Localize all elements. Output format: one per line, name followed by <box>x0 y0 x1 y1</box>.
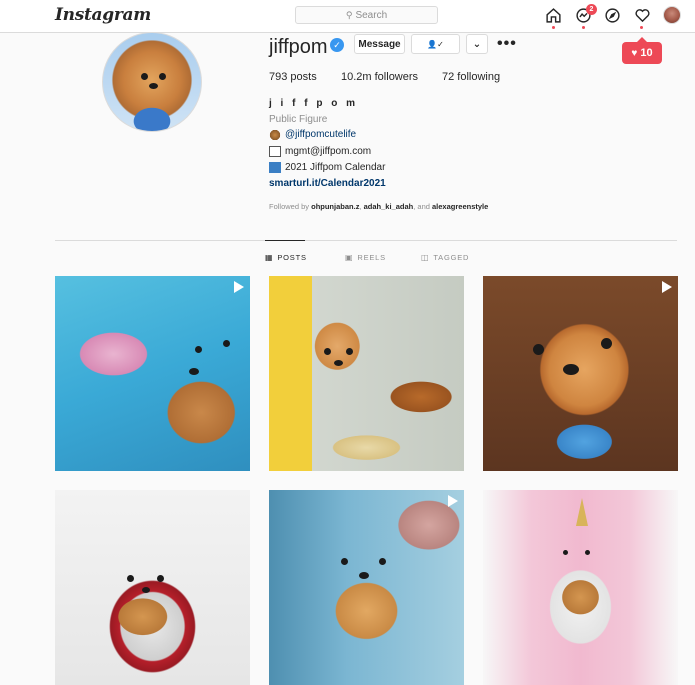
dog-emoji-icon <box>269 129 281 140</box>
bio-line-instagram-link: @jiffpomcutelife <box>269 129 356 140</box>
tab-tagged[interactable]: ◫ TAGGED <box>421 253 469 262</box>
profile-username: jiffpom <box>269 36 328 58</box>
bio-line-email: mgmt@jiffpom.com <box>269 146 371 157</box>
post-thumbnail[interactable] <box>483 276 678 471</box>
follower-link[interactable]: ohpunjaban.z <box>311 202 359 211</box>
reel-play-icon <box>662 281 672 293</box>
profile-category: Public Figure <box>269 114 328 125</box>
post-thumbnail[interactable] <box>269 276 464 471</box>
instagram-logo[interactable]: Instagram <box>55 5 151 25</box>
follower-link[interactable]: adah_ki_adah <box>364 202 414 211</box>
post-thumbnail[interactable] <box>483 490 678 685</box>
tagged-icon: ◫ <box>421 253 430 262</box>
followers-count[interactable]: 10.2m followers <box>341 71 418 83</box>
post-thumbnail[interactable] <box>55 276 250 471</box>
home-active-dot <box>552 26 555 29</box>
more-options-icon[interactable]: ••• <box>497 35 517 53</box>
unicorn-horn <box>576 498 588 526</box>
messenger-dot <box>582 26 585 29</box>
bio-calendar-text: 2021 Jiffpom Calendar <box>285 162 386 173</box>
search-placeholder: Search <box>355 9 388 21</box>
reel-play-icon <box>234 281 244 293</box>
tab-posts[interactable]: ▦ POSTS <box>265 253 307 262</box>
post-thumbnail[interactable] <box>55 490 250 685</box>
tab-reels[interactable]: ▣ REELS <box>345 253 386 262</box>
profile-website-link[interactable]: smarturl.it/Calendar2021 <box>269 178 386 189</box>
follower-link[interactable]: alexagreenstyle <box>432 202 488 211</box>
person-check-icon: 👤✓ <box>427 39 444 49</box>
profile-picture[interactable] <box>102 32 202 132</box>
notification-count: 10 <box>640 47 653 59</box>
following-button[interactable]: 👤✓ <box>411 34 460 54</box>
posts-count: 793 posts <box>269 71 317 83</box>
verified-badge-icon: ✓ <box>330 38 344 52</box>
active-tab-indicator <box>265 240 305 241</box>
bio-email: mgmt@jiffpom.com <box>285 146 372 157</box>
search-icon: ⚲ <box>345 9 353 20</box>
user-avatar[interactable] <box>663 6 681 24</box>
chevron-down-icon: ⌄ <box>472 38 482 50</box>
envelope-emoji-icon <box>269 146 281 157</box>
activity-heart-icon[interactable] <box>633 6 652 25</box>
full-name: j i f f p o m <box>269 98 358 109</box>
grid-icon: ▦ <box>265 253 274 262</box>
activity-dot <box>640 26 643 29</box>
following-count[interactable]: 72 following <box>442 71 500 83</box>
post-thumbnail[interactable] <box>269 490 464 685</box>
explore-compass-icon[interactable] <box>603 6 622 25</box>
bio-mention-link[interactable]: @jiffpomcutelife <box>285 129 356 140</box>
home-icon[interactable] <box>544 6 563 25</box>
message-button[interactable]: Message <box>354 34 405 54</box>
top-nav-bar: Instagram ⚲ Search 2 <box>0 0 695 33</box>
followed-by-text: Followed by ohpunjaban.z, adah_ki_adah, … <box>269 202 489 211</box>
reels-icon: ▣ <box>345 253 354 262</box>
heart-icon: ♥ <box>631 47 638 59</box>
reel-play-icon <box>448 495 458 507</box>
arrow-emoji-icon <box>269 162 281 173</box>
messages-badge: 2 <box>586 4 597 15</box>
search-input[interactable]: ⚲ Search <box>295 6 438 24</box>
notification-popup[interactable]: ♥ 10 <box>622 37 662 64</box>
tabs-divider <box>55 240 677 241</box>
suggested-dropdown-button[interactable]: ⌄ <box>466 34 488 54</box>
bio-line-calendar: 2021 Jiffpom Calendar <box>269 162 385 173</box>
